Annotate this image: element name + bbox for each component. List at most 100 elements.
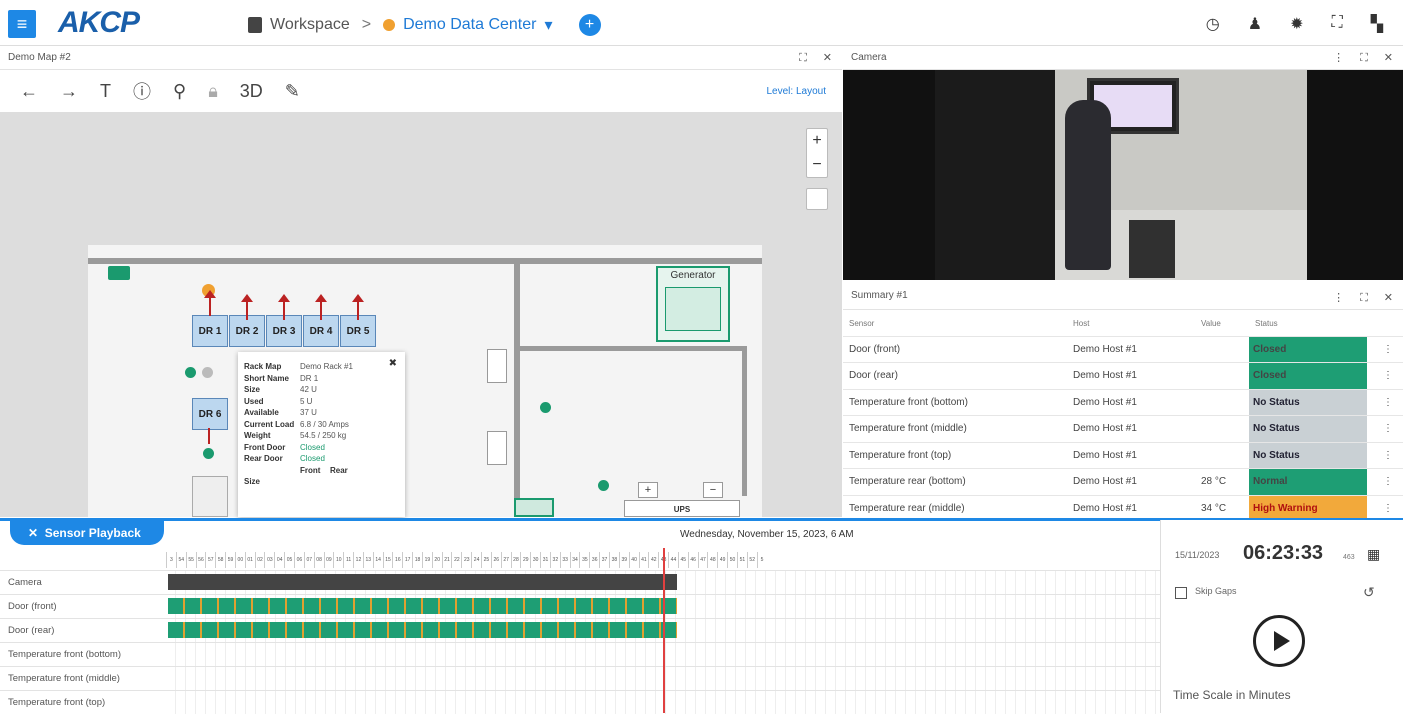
maximize-icon[interactable]: ⛶ <box>799 46 807 70</box>
zoom-out-icon[interactable]: − <box>807 153 827 177</box>
time-scale-select[interactable]: Time Scale in Minutes <box>1173 688 1291 702</box>
timeline-tick: 17 <box>402 552 412 568</box>
timeline-tick: 45 <box>677 552 688 568</box>
column-header[interactable]: Sensor <box>843 312 1067 336</box>
more-icon[interactable]: ⋮ <box>1333 284 1344 312</box>
door-front-timeline-bar[interactable] <box>168 598 677 614</box>
popup-value: Demo Rack #1 <box>300 362 353 371</box>
clock-icon[interactable]: ◷ <box>1206 14 1220 34</box>
bug-icon[interactable]: ✹ <box>1290 14 1303 34</box>
rack-dr1[interactable]: DR 1 <box>192 315 228 347</box>
wall <box>514 258 520 517</box>
door-rear-timeline-bar[interactable] <box>168 622 677 638</box>
maximize-icon[interactable]: ⛶ <box>1360 46 1368 70</box>
zoom-in-icon[interactable]: + <box>807 129 827 153</box>
chevron-down-icon[interactable]: ▾ <box>544 15 552 35</box>
device-icon[interactable] <box>487 349 507 383</box>
skip-gaps-checkbox[interactable] <box>1175 587 1187 599</box>
close-icon[interactable]: ✕ <box>1384 46 1393 70</box>
app-logo[interactable]: AKCP <box>58 6 140 40</box>
sensor-dot[interactable] <box>185 367 196 378</box>
3d-button[interactable]: 3D <box>240 81 263 102</box>
timeline-tick: 05 <box>284 552 294 568</box>
notifications-icon[interactable]: ▚ <box>1371 14 1383 34</box>
user-icon[interactable]: ♟ <box>1248 14 1262 34</box>
camera-feed[interactable] <box>843 70 1403 280</box>
datacenter-dropdown[interactable]: Demo Data Center <box>403 16 536 34</box>
sensor-dot[interactable] <box>598 480 609 491</box>
outlet-icon[interactable]: − <box>703 482 723 498</box>
popup-key: Used <box>244 396 264 406</box>
timeline-tick: 26 <box>490 552 501 568</box>
cabinet[interactable] <box>192 476 228 517</box>
sensor-dot[interactable] <box>540 402 551 413</box>
timeline-tick: 28 <box>510 552 521 568</box>
add-button[interactable]: + <box>578 14 601 36</box>
timeline-tick: 3 <box>166 552 176 568</box>
zoom-control[interactable]: + − <box>806 128 828 178</box>
sensor-unit[interactable] <box>514 498 554 517</box>
maximize-icon[interactable]: ⛶ <box>1360 284 1368 312</box>
close-icon[interactable]: ✕ <box>1384 284 1393 312</box>
more-icon[interactable]: ⋮ <box>1367 468 1403 495</box>
more-icon[interactable]: ⋮ <box>1367 441 1403 469</box>
timeline-tick: 46 <box>687 552 698 568</box>
close-icon[interactable]: ✖ <box>389 358 397 369</box>
table-row[interactable]: Door (rear) Demo Host #1 Closed ⋮ <box>843 362 1403 389</box>
breadcrumb-workspace[interactable]: Workspace <box>270 16 350 34</box>
more-icon[interactable]: ⋮ <box>1367 335 1403 363</box>
layers-icon[interactable] <box>806 188 828 210</box>
timeline-tick: 31 <box>540 552 550 568</box>
timeline-tick: 22 <box>451 552 461 568</box>
level-label[interactable]: Level: Layout <box>767 86 827 97</box>
play-button[interactable] <box>1253 615 1305 667</box>
more-icon[interactable]: ⋮ <box>1367 415 1403 442</box>
info-icon[interactable]: ⓘ <box>133 78 151 104</box>
more-icon[interactable]: ⋮ <box>1367 388 1403 416</box>
timeline-tick: 09 <box>323 552 334 568</box>
edit-icon[interactable]: ✎ <box>285 81 300 102</box>
table-row[interactable]: Temperature front (top) Demo Host #1 No St… <box>843 441 1403 469</box>
more-icon[interactable]: ⋮ <box>1367 362 1403 389</box>
timeline-tick: 02 <box>254 552 265 568</box>
column-header[interactable]: Value <box>1195 312 1249 336</box>
camera-timeline-bar[interactable] <box>168 574 677 590</box>
timeline-row-label: Temperature front (middle) <box>0 666 166 690</box>
sensor-dot[interactable] <box>202 367 213 378</box>
close-icon[interactable]: ✕ <box>823 46 832 70</box>
sensor-playback-tab[interactable]: ✕ Sensor Playback <box>10 521 164 545</box>
close-icon[interactable]: ✕ <box>28 526 38 540</box>
column-header[interactable]: Host <box>1067 312 1195 336</box>
table-row[interactable]: Door (front) Demo Host #1 Closed ⋮ <box>843 335 1403 363</box>
menu-icon[interactable]: ≡ <box>8 10 36 38</box>
rack-dr6[interactable]: DR 6 <box>192 398 228 430</box>
more-icon[interactable]: ⋮ <box>1333 46 1344 70</box>
table-row[interactable]: Temperature front (bottom) Demo Host #1 No… <box>843 388 1403 416</box>
calendar-icon[interactable]: ▦ <box>1367 546 1380 563</box>
wall <box>742 346 747 496</box>
table-row[interactable]: Temperature front (middle) Demo Host #1 No… <box>843 415 1403 442</box>
column-header[interactable]: Status <box>1249 312 1367 336</box>
fullscreen-icon[interactable]: ⛶ <box>1331 14 1342 34</box>
value-cell <box>1195 415 1249 442</box>
generator[interactable]: Generator <box>656 266 730 342</box>
lock-icon[interactable]: 🔒︎ <box>208 81 218 102</box>
forward-arrow-icon[interactable]: → <box>60 81 78 102</box>
text-icon[interactable]: T <box>100 81 111 102</box>
ups-unit[interactable]: UPS <box>624 500 740 517</box>
camera-image <box>1129 220 1175 278</box>
sensor-icon[interactable] <box>108 266 130 280</box>
device-icon[interactable] <box>487 431 507 465</box>
timeline-tick: 38 <box>608 552 619 568</box>
outlet-icon[interactable]: + <box>638 482 658 498</box>
map-toolbar: ← → T ⓘ ⚲ 🔒︎ 3D ✎ Level: Layout <box>0 70 842 112</box>
timeline-tick: 12 <box>353 552 363 568</box>
playback-cursor[interactable] <box>663 548 665 713</box>
table-row[interactable]: Temperature rear (bottom) Demo Host #1 28 … <box>843 468 1403 495</box>
popup-key: Front Door <box>244 442 286 452</box>
back-arrow-icon[interactable]: ← <box>20 81 38 102</box>
sensor-dot[interactable] <box>203 448 214 459</box>
search-icon[interactable]: ⚲ <box>173 81 186 102</box>
camera-image <box>1065 100 1111 270</box>
history-icon[interactable]: ↺ <box>1363 584 1375 601</box>
